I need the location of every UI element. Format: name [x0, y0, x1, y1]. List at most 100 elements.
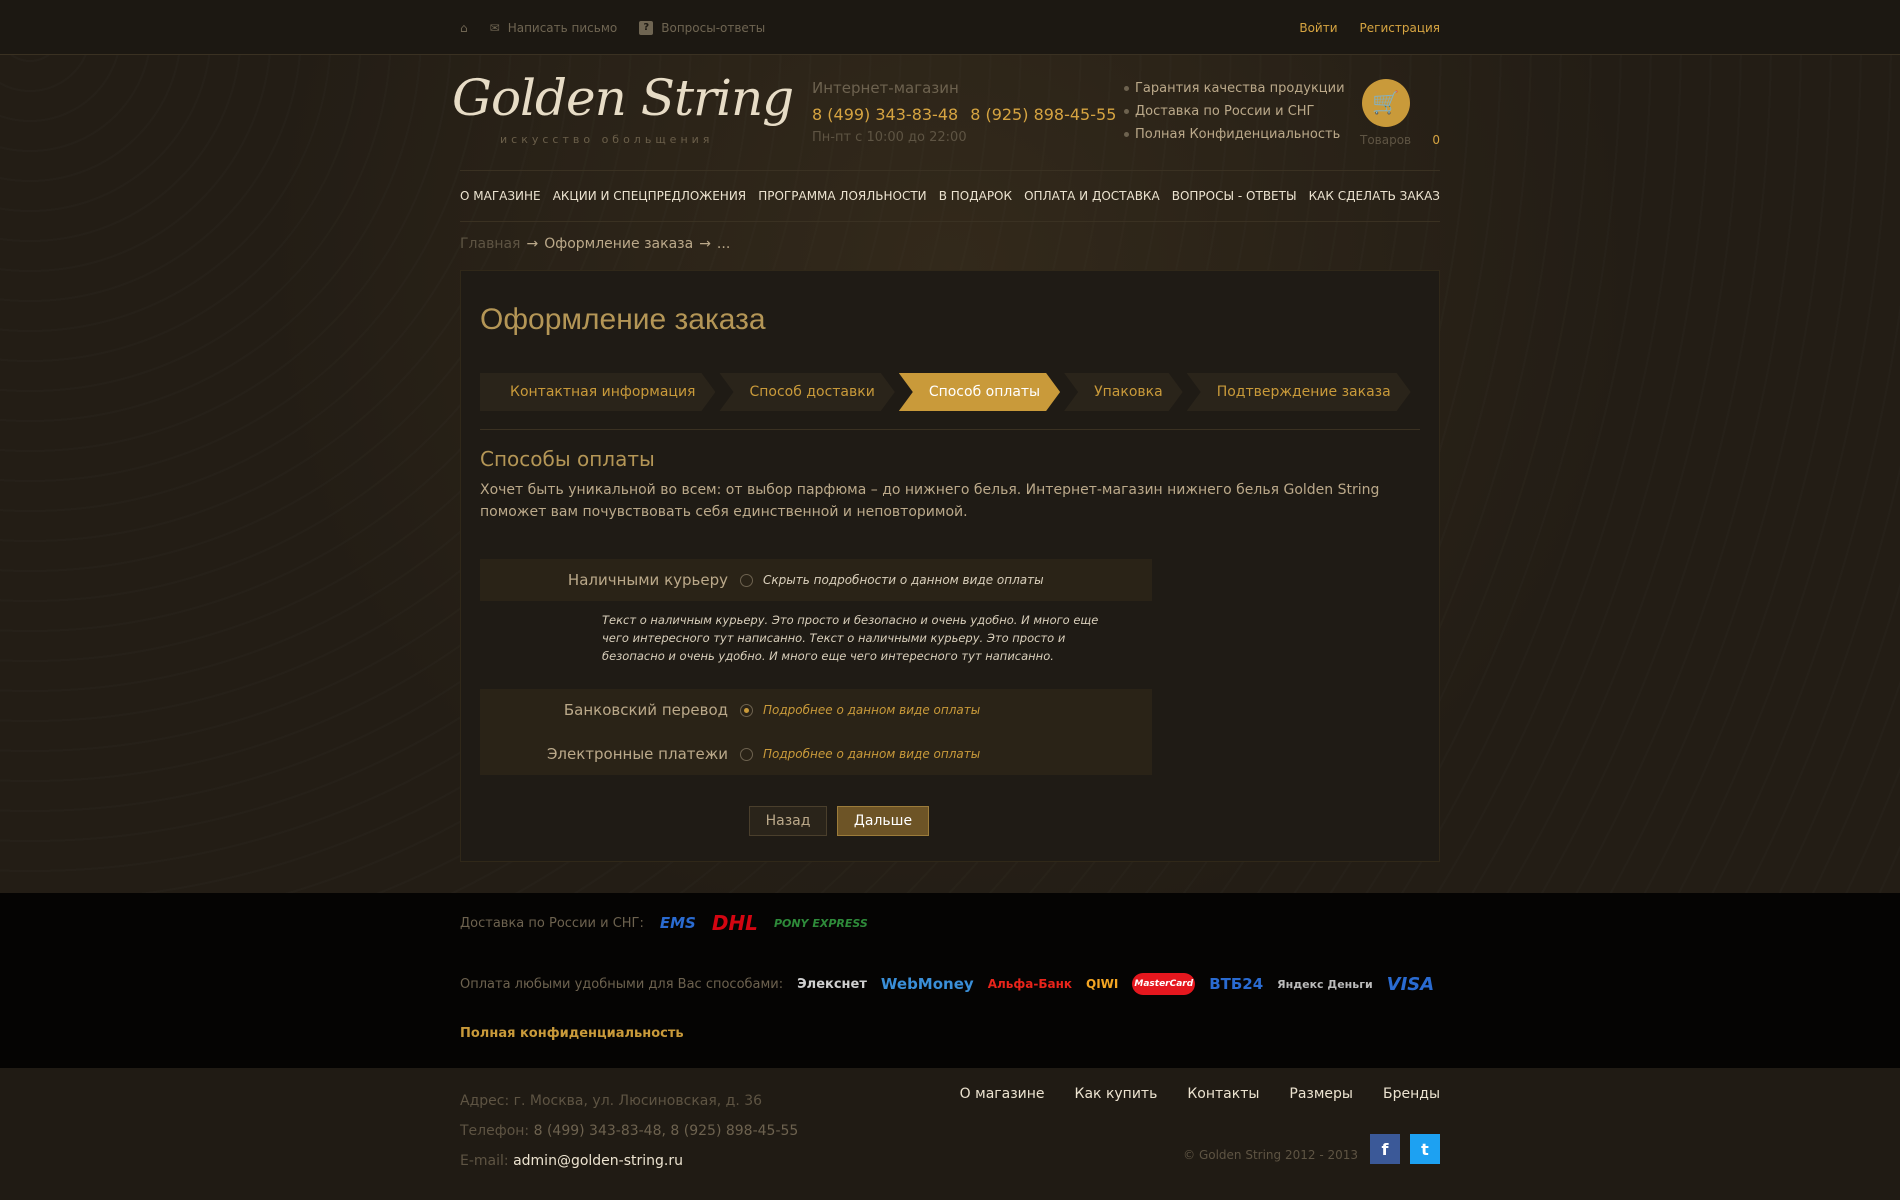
login-link[interactable]: Войти — [1299, 21, 1337, 35]
pony-express-logo: PONY EXPRESS — [773, 916, 868, 930]
breadcrumb-tail: ... — [716, 236, 731, 252]
advantage-item[interactable]: Полная Конфиденциальность — [1124, 127, 1345, 142]
nav-item-about[interactable]: О магазине — [460, 189, 541, 203]
visa-logo: VISA — [1386, 973, 1435, 995]
step-packaging[interactable]: Упаковка — [1064, 373, 1183, 411]
payment-label: Банковский перевод — [563, 701, 728, 719]
nav-item-promotions[interactable]: Акции и спецпредложения — [553, 189, 746, 203]
payment-details-link[interactable]: Подробнее о данном виде оплаты — [763, 703, 980, 717]
breadcrumb-separator: → — [699, 236, 711, 252]
payment-details-link[interactable]: Подробнее о данном виде оплаты — [763, 747, 980, 761]
shop-title: Интернет-магазин — [812, 79, 959, 97]
footer-link-how-to-buy[interactable]: Как купить — [1075, 1086, 1158, 1102]
footer-link-about[interactable]: О магазине — [960, 1086, 1045, 1102]
nav-item-loyalty[interactable]: Программа лояльности — [758, 189, 926, 203]
divider — [480, 429, 1420, 430]
alfa-bank-logo: Альфа-Банк — [987, 977, 1073, 991]
yandex-money-logo: Яндекс Деньги — [1277, 977, 1373, 991]
payment-radio[interactable] — [740, 703, 753, 717]
footer-address: Адрес: г. Москва, ул. Люсиновская, д. 36 — [460, 1093, 763, 1109]
facebook-icon[interactable]: f — [1370, 1134, 1400, 1164]
breadcrumb: Главная → Оформление заказа → ... — [460, 236, 1440, 252]
payment-partners: Оплата любыми удобными для Вас способами… — [460, 973, 1434, 995]
phone-1: 8 (499) 343-83-48 — [812, 105, 959, 124]
phone-2: 8 (925) 898-45-55 — [970, 105, 1117, 124]
home-icon[interactable]: ⌂ — [460, 21, 468, 35]
section-description: Хочет быть уникальной во всем: от выбор … — [480, 482, 1380, 520]
ems-logo: EMS — [659, 914, 696, 932]
footer-email-label: E-mail: — [460, 1153, 509, 1169]
main-nav: О магазине Акции и спецпредложения Прогр… — [460, 170, 1440, 222]
checkout-panel: Оформление заказа Контактная информация … — [460, 270, 1440, 862]
payment-label: Электронные платежи — [546, 745, 728, 763]
advantage-item[interactable]: Гарантия качества продукции — [1124, 81, 1345, 96]
site-logo[interactable]: Golden String искусство обольщения — [452, 69, 794, 149]
vtb24-logo: ВТБ24 — [1209, 975, 1264, 993]
cart[interactable]: 🛒 Товаров 0 — [1360, 79, 1440, 147]
payment-details-link[interactable]: Скрыть подробности о данном виде оплаты — [763, 573, 1044, 587]
dhl-logo: DHL — [711, 911, 758, 935]
cart-icon[interactable]: 🛒 — [1362, 79, 1410, 127]
advantages-list: Гарантия качества продукции Доставка по … — [1124, 81, 1345, 150]
qiwi-logo: QIWI — [1086, 977, 1119, 991]
copyright: © Golden String 2012 - 2013 — [1183, 1148, 1358, 1162]
header: Golden String искусство обольщения Интер… — [452, 55, 1440, 170]
payment-option-electronic[interactable]: Электронные платежи Подробнее о данном в… — [480, 733, 1152, 775]
bullet-icon — [1124, 86, 1129, 91]
advantage-item[interactable]: Доставка по России и СНГ — [1124, 104, 1345, 119]
delivery-partners: Доставка по России и СНГ: EMS DHL PONY E… — [460, 911, 868, 935]
twitter-icon[interactable]: t — [1410, 1134, 1440, 1164]
bullet-icon — [1124, 109, 1129, 114]
footer-phones: 8 (499) 343-83-48, 8 (925) 898-45-55 — [533, 1123, 799, 1139]
payment-option-bank[interactable]: Банковский перевод Подробнее о данном ви… — [480, 689, 1152, 731]
footer-link-sizes[interactable]: Размеры — [1289, 1086, 1353, 1102]
phones: 8 (499) 343-83-48 8 (925) 898-45-55 — [812, 105, 1116, 124]
footer-partners: Доставка по России и СНГ: EMS DHL PONY E… — [0, 893, 1900, 1068]
bullet-icon — [1124, 132, 1129, 137]
write-letter-link[interactable]: ✉ Написать письмо — [490, 21, 618, 35]
confidential-link[interactable]: Полная конфиденциальность — [460, 1026, 684, 1041]
step-contact-info[interactable]: Контактная информация — [480, 373, 715, 411]
footer-contacts: Адрес: г. Москва, ул. Люсиновская, д. 36… — [460, 1086, 798, 1176]
payment-option-cash[interactable]: Наличными курьеру Скрыть подробности о д… — [480, 559, 1152, 601]
payment-radio[interactable] — [740, 747, 753, 761]
step-confirmation[interactable]: Подтверждение заказа — [1187, 373, 1411, 411]
register-link[interactable]: Регистрация — [1360, 21, 1440, 35]
work-hours: Пн-пт с 10:00 до 22:00 — [812, 130, 967, 145]
social-links: f t — [1370, 1134, 1440, 1164]
webmoney-logo: WebMoney — [880, 975, 974, 993]
eleksnet-logo: Элекснет — [797, 976, 867, 992]
page-title: Оформление заказа — [480, 303, 766, 336]
breadcrumb-separator: → — [526, 236, 539, 252]
back-button[interactable]: Назад — [749, 806, 827, 836]
payment-partners-label: Оплата любыми удобными для Вас способами… — [460, 976, 784, 992]
footer-link-brands[interactable]: Бренды — [1383, 1086, 1440, 1102]
step-delivery-method[interactable]: Способ доставки — [719, 373, 894, 411]
breadcrumb-home[interactable]: Главная — [460, 236, 520, 252]
step-payment-method[interactable]: Способ оплаты — [899, 373, 1060, 411]
question-icon: ? — [639, 20, 654, 35]
payment-radio[interactable] — [740, 573, 753, 587]
mastercard-logo: MasterCard — [1132, 973, 1196, 995]
cart-count: 0 — [1432, 133, 1440, 147]
contacts-block: Интернет-магазин 8 (499) 343-83-48 8 (92… — [812, 79, 1116, 145]
footer-phone-row: Телефон: 8 (499) 343-83-48, 8 (925) 898-… — [460, 1116, 798, 1146]
nav-item-gift[interactable]: В подарок — [939, 189, 1012, 203]
section-title: Способы оплаты — [480, 447, 655, 471]
envelope-icon: ✉ — [489, 20, 500, 35]
nav-item-how-to-order[interactable]: Как сделать заказ — [1309, 189, 1440, 203]
faq-link[interactable]: ? Вопросы-ответы — [639, 20, 765, 35]
nav-item-faq[interactable]: Вопросы - ответы — [1172, 189, 1297, 203]
payment-details-text: Текст о наличным курьеру. Это просто и б… — [602, 613, 1099, 663]
footer-phone-label: Телефон: — [460, 1123, 530, 1139]
payment-label: Наличными курьеру — [567, 571, 728, 589]
footer-email[interactable]: admin@golden-string.ru — [513, 1153, 683, 1169]
footer-email-row: E-mail: admin@golden-string.ru — [460, 1146, 798, 1176]
footer: Адрес: г. Москва, ул. Люсиновская, д. 36… — [0, 1068, 1900, 1200]
delivery-label: Доставка по России и СНГ: — [460, 915, 644, 931]
footer-link-contacts[interactable]: Контакты — [1187, 1086, 1259, 1102]
next-button[interactable]: Дальше — [837, 806, 929, 836]
footer-nav: О магазине Как купить Контакты Размеры Б… — [960, 1086, 1440, 1102]
nav-item-payment-delivery[interactable]: Оплата и доставка — [1024, 189, 1160, 203]
cart-label: Товаров — [1360, 133, 1412, 147]
